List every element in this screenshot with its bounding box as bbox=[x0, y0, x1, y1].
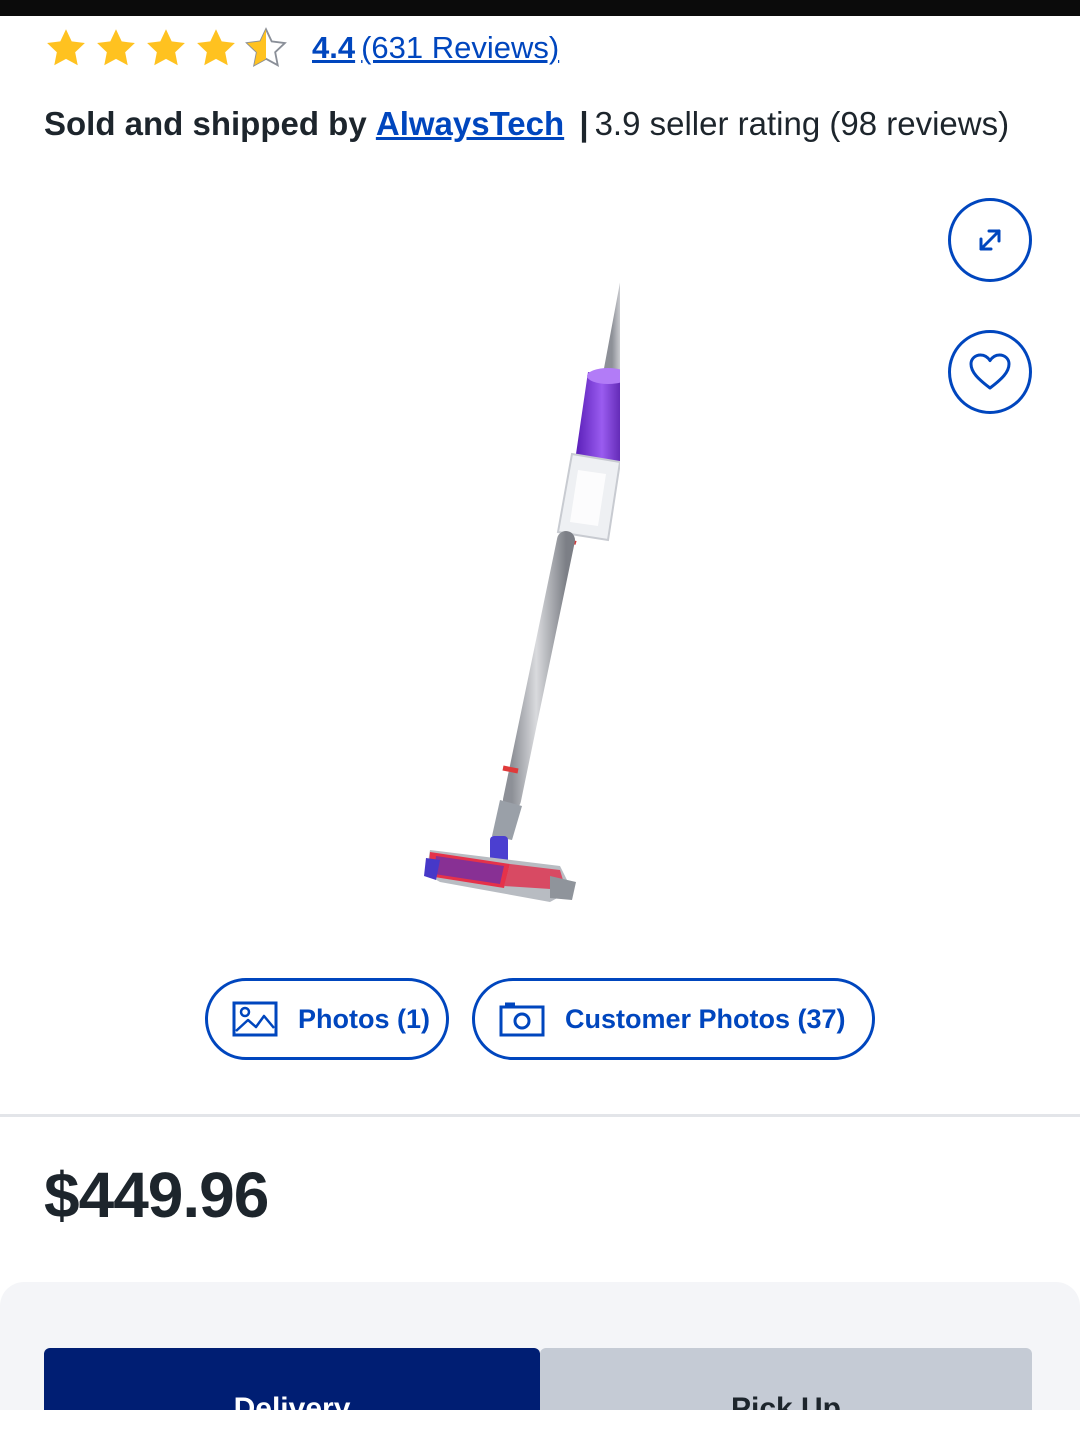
price: $449.96 bbox=[44, 1159, 269, 1231]
product-image[interactable] bbox=[400, 240, 644, 920]
star-half-icon bbox=[244, 26, 288, 70]
star-rating bbox=[44, 26, 294, 70]
tab-delivery-label: Delivery bbox=[233, 1392, 351, 1410]
product-page: 4.4 (631 Reviews) Sold and shipped by Al… bbox=[0, 0, 1080, 1440]
seller-prefix: Sold and shipped by bbox=[44, 105, 367, 142]
top-bar bbox=[0, 0, 1080, 16]
star-filled-icon bbox=[144, 26, 188, 70]
customer-photos-button[interactable]: Customer Photos (37) bbox=[472, 978, 875, 1060]
photos-button[interactable]: Photos (1) bbox=[205, 978, 449, 1060]
star-filled-icon bbox=[44, 26, 88, 70]
tab-delivery[interactable]: Delivery bbox=[44, 1348, 540, 1410]
seller-info: Sold and shipped by AlwaysTech | 3.9 sell… bbox=[44, 100, 1009, 148]
customer-photos-label: Customer Photos (37) bbox=[565, 1003, 846, 1034]
heart-icon bbox=[969, 353, 1011, 390]
divider bbox=[0, 1114, 1080, 1117]
seller-rating: 3.9 seller rating (98 reviews) bbox=[594, 105, 1010, 142]
bottom-edge bbox=[0, 1410, 1080, 1440]
rating-value[interactable]: 4.4 bbox=[312, 30, 355, 66]
camera-icon bbox=[499, 1002, 545, 1037]
expand-icon bbox=[979, 229, 1001, 251]
tab-pick-up-label: Pick Up bbox=[730, 1392, 842, 1410]
reviews-link[interactable]: (631 Reviews) bbox=[361, 30, 559, 66]
seller-separator: | bbox=[579, 105, 589, 142]
star-filled-icon bbox=[94, 26, 138, 70]
star-filled-icon bbox=[194, 26, 238, 70]
rating-row[interactable]: 4.4 (631 Reviews) bbox=[44, 26, 559, 70]
tab-pick-up[interactable]: Pick Up bbox=[540, 1348, 1032, 1410]
expand-button[interactable] bbox=[948, 198, 1032, 282]
photos-label: Photos (1) bbox=[298, 1003, 430, 1034]
favorite-button[interactable] bbox=[948, 330, 1032, 414]
seller-name-link[interactable]: AlwaysTech bbox=[376, 105, 564, 142]
image-icon bbox=[232, 1001, 278, 1037]
stick-vacuum-image bbox=[424, 252, 644, 902]
